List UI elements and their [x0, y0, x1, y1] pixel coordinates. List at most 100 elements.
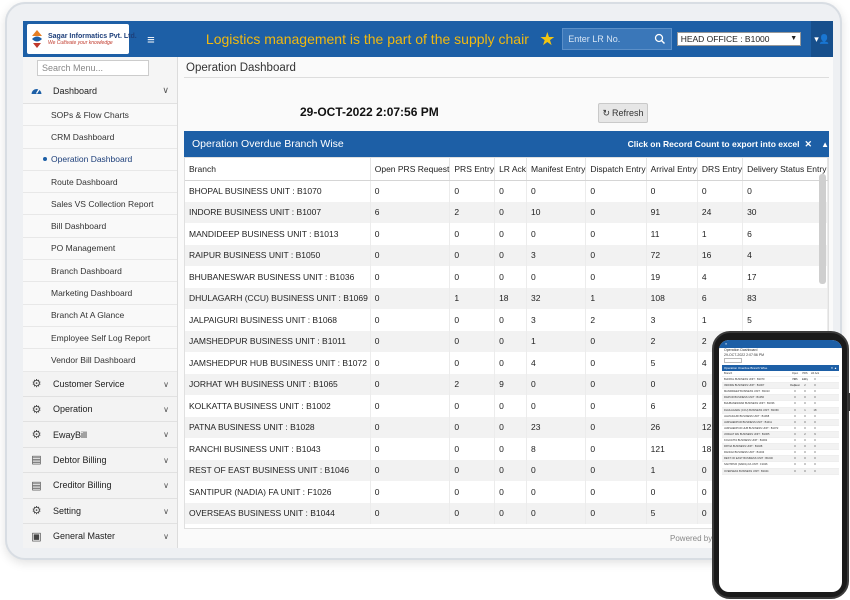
record-count-cell[interactable]: 1: [697, 309, 744, 331]
sidebar-item-creditor-billing[interactable]: ▤ Creditor Billing ∨: [23, 473, 177, 499]
record-count-cell[interactable]: 0: [449, 223, 496, 245]
record-count-cell[interactable]: 121: [646, 438, 698, 460]
record-count-cell[interactable]: 9: [494, 373, 528, 395]
record-count-cell[interactable]: 10: [526, 201, 587, 223]
lr-search-input[interactable]: [563, 30, 652, 48]
record-count-cell[interactable]: 0: [646, 481, 698, 503]
record-count-cell[interactable]: 0: [494, 459, 528, 481]
column-header[interactable]: DRS Entry: [697, 158, 744, 181]
record-count-cell[interactable]: 8: [526, 438, 587, 460]
record-count-cell[interactable]: 0: [449, 309, 496, 331]
sidebar-subitem-sales-vs-collection[interactable]: Sales VS Collection Report: [23, 193, 177, 216]
record-count-cell[interactable]: 6: [646, 395, 698, 417]
record-count-cell[interactable]: 108: [646, 287, 698, 309]
record-count-cell[interactable]: 0: [370, 459, 451, 481]
record-count-cell[interactable]: 2: [449, 201, 496, 223]
sidebar-item-dashboard[interactable]: Dashboard ∨: [23, 79, 177, 104]
record-count-cell[interactable]: 0: [585, 266, 647, 288]
record-count-cell[interactable]: 0: [370, 309, 451, 331]
record-count-cell[interactable]: 0: [449, 352, 496, 374]
record-count-cell[interactable]: 83: [742, 287, 828, 309]
record-count-cell[interactable]: 32: [526, 287, 587, 309]
record-count-cell[interactable]: 0: [494, 201, 528, 223]
record-count-cell[interactable]: 0: [449, 180, 496, 202]
record-count-cell[interactable]: 0: [494, 330, 528, 352]
record-count-cell[interactable]: 3: [646, 309, 698, 331]
sidebar-item-general-master[interactable]: ▣ General Master ∨: [23, 523, 177, 548]
record-count-cell[interactable]: 3: [526, 244, 587, 266]
column-header[interactable]: Dispatch Entry: [585, 158, 647, 181]
record-count-cell[interactable]: 0: [585, 180, 647, 202]
column-header[interactable]: Manifest Entry: [526, 158, 587, 181]
sidebar-subitem-route[interactable]: Route Dashboard: [23, 170, 177, 194]
search-menu-input[interactable]: [37, 60, 149, 76]
sidebar-subitem-vendor-bill[interactable]: Vendor Bill Dashboard: [23, 349, 177, 372]
record-count-cell[interactable]: 0: [742, 180, 828, 202]
sidebar-item-operation[interactable]: ⚙ Operation ∨: [23, 396, 177, 423]
record-count-cell[interactable]: 0: [494, 502, 528, 524]
record-count-cell[interactable]: 19: [646, 266, 698, 288]
sidebar-subitem-po-management[interactable]: PO Management: [23, 237, 177, 261]
record-count-cell[interactable]: 0: [494, 180, 528, 202]
record-count-cell[interactable]: 0: [370, 287, 451, 309]
search-icon[interactable]: [651, 30, 669, 48]
record-count-cell[interactable]: 16: [697, 244, 744, 266]
record-count-cell[interactable]: 0: [494, 223, 528, 245]
record-count-cell[interactable]: 0: [370, 373, 451, 395]
column-header[interactable]: LR Ack: [494, 158, 528, 181]
column-header[interactable]: Branch: [185, 158, 371, 181]
record-count-cell[interactable]: 0: [449, 459, 496, 481]
record-count-cell[interactable]: 0: [370, 266, 451, 288]
record-count-cell[interactable]: 0: [526, 180, 587, 202]
record-count-cell[interactable]: 17: [742, 266, 828, 288]
sidebar-subitem-branch[interactable]: Branch Dashboard: [23, 260, 177, 283]
record-count-cell[interactable]: 5: [646, 352, 698, 374]
record-count-cell[interactable]: 0: [585, 352, 647, 374]
column-header[interactable]: Delivery Status Entry: [742, 158, 828, 181]
record-count-cell[interactable]: 0: [585, 481, 647, 503]
record-count-cell[interactable]: 23: [526, 416, 587, 438]
user-menu-button[interactable]: ▾👤: [811, 21, 833, 57]
record-count-cell[interactable]: 0: [585, 244, 647, 266]
company-logo[interactable]: Sagar Informatics Pvt. Ltd. We Cultivate…: [27, 24, 137, 54]
sidebar-subitem-operation-dashboard[interactable]: Operation Dashboard: [23, 148, 177, 171]
record-count-cell[interactable]: 0: [494, 309, 528, 331]
record-count-cell[interactable]: 2: [646, 330, 698, 352]
sidebar-subitem-sops[interactable]: SOPs & Flow Charts: [23, 104, 177, 127]
record-count-cell[interactable]: 0: [526, 502, 587, 524]
record-count-cell[interactable]: 0: [585, 416, 647, 438]
record-count-cell[interactable]: 0: [494, 244, 528, 266]
record-count-cell[interactable]: 1: [646, 459, 698, 481]
record-count-cell[interactable]: 0: [494, 438, 528, 460]
record-count-cell[interactable]: 2: [585, 309, 647, 331]
table-scrollbar[interactable]: [819, 174, 826, 284]
record-count-cell[interactable]: 0: [449, 395, 496, 417]
record-count-cell[interactable]: 26: [646, 416, 698, 438]
record-count-cell[interactable]: 0: [526, 395, 587, 417]
favorites-star-icon[interactable]: ★: [537, 29, 557, 50]
record-count-cell[interactable]: 0: [370, 395, 451, 417]
record-count-cell[interactable]: 11: [646, 223, 698, 245]
record-count-cell[interactable]: 0: [585, 373, 647, 395]
record-count-cell[interactable]: 2: [449, 373, 496, 395]
record-count-cell[interactable]: 0: [585, 201, 647, 223]
record-count-cell[interactable]: 72: [646, 244, 698, 266]
collapse-icon[interactable]: ▲: [821, 140, 829, 149]
record-count-cell[interactable]: 0: [449, 330, 496, 352]
record-count-cell[interactable]: 0: [370, 244, 451, 266]
record-count-cell[interactable]: 6: [370, 201, 451, 223]
record-count-cell[interactable]: 1: [697, 223, 744, 245]
record-count-cell[interactable]: 0: [370, 438, 451, 460]
office-select[interactable]: HEAD OFFICE : B1000 ▼: [676, 32, 802, 46]
sidebar-item-debtor-billing[interactable]: ▤ Debtor Billing ∨: [23, 447, 177, 474]
sidebar-item-setting[interactable]: ⚙ Setting ∨: [23, 498, 177, 524]
sidebar-subitem-marketing[interactable]: Marketing Dashboard: [23, 282, 177, 305]
record-count-cell[interactable]: 5: [742, 309, 828, 331]
record-count-cell[interactable]: 0: [585, 330, 647, 352]
record-count-cell[interactable]: 0: [370, 352, 451, 374]
record-count-cell[interactable]: 0: [449, 481, 496, 503]
record-count-cell[interactable]: 0: [526, 459, 587, 481]
record-count-cell[interactable]: 0: [370, 502, 451, 524]
record-count-cell[interactable]: 0: [449, 244, 496, 266]
record-count-cell[interactable]: 0: [370, 180, 451, 202]
